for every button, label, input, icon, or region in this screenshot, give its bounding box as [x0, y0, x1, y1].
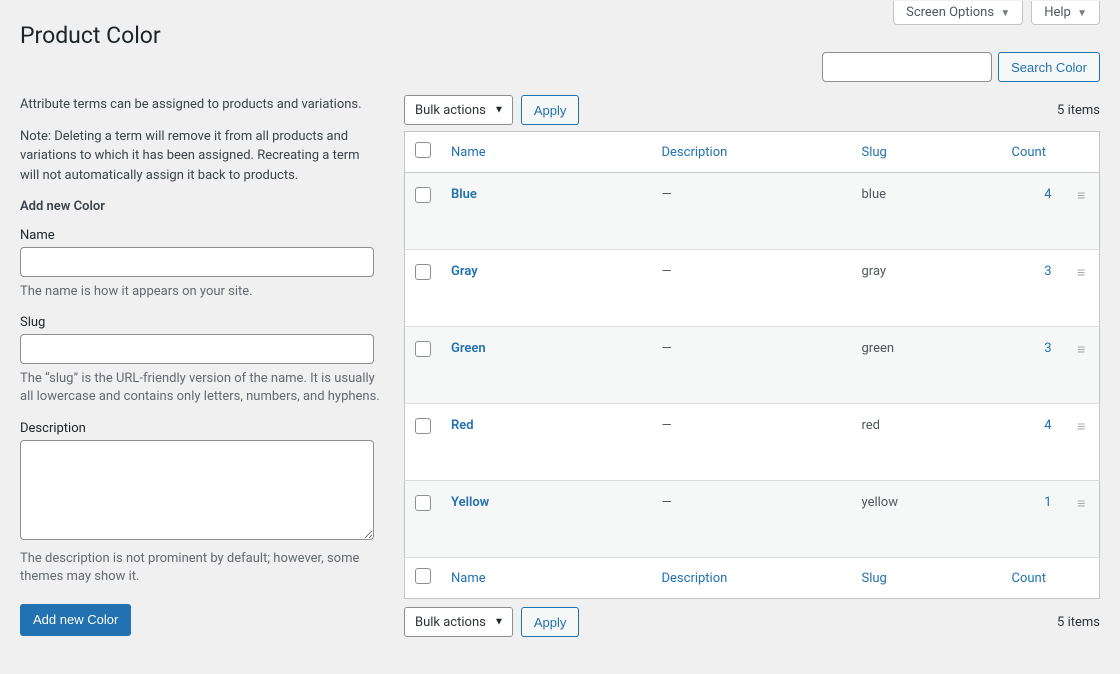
bulk-actions-label: Bulk actions: [415, 103, 486, 118]
col-header-slug[interactable]: Slug: [862, 145, 887, 160]
description-input[interactable]: [20, 440, 374, 540]
term-name-link[interactable]: Red: [451, 418, 474, 433]
chevron-down-icon: ▼: [494, 105, 504, 116]
terms-table: Name Description Slug Count Blue—blue4≡G…: [404, 131, 1100, 599]
help-label: Help: [1044, 5, 1071, 20]
search-input[interactable]: [822, 52, 992, 82]
select-all-bottom[interactable]: [415, 568, 431, 584]
bulk-actions-select-top[interactable]: Bulk actions ▼: [404, 95, 513, 125]
table-row: Gray —gray 3 ≡: [405, 250, 1100, 327]
chevron-down-icon: ▼: [1077, 8, 1087, 19]
slug-input[interactable]: [20, 334, 374, 364]
form-panel: Attribute terms can be assigned to produ…: [20, 95, 380, 636]
intro-text-1: Attribute terms can be assigned to produ…: [20, 95, 380, 115]
drag-handle-icon[interactable]: ≡: [1072, 250, 1100, 327]
term-name-link[interactable]: Yellow: [451, 495, 489, 510]
bulk-actions-label: Bulk actions: [415, 615, 486, 630]
drag-handle-icon[interactable]: ≡: [1072, 404, 1100, 481]
intro-text-2: Note: Deleting a term will remove it fro…: [20, 127, 380, 186]
screen-options-button[interactable]: Screen Options ▼: [893, 1, 1023, 25]
term-description: —: [652, 250, 852, 327]
term-description: —: [652, 327, 852, 404]
slug-label: Slug: [20, 315, 380, 330]
term-slug: yellow: [852, 481, 1002, 558]
row-checkbox[interactable]: [415, 264, 431, 280]
term-count-link[interactable]: 4: [1044, 187, 1051, 202]
select-all-top[interactable]: [415, 142, 431, 158]
term-description: —: [652, 481, 852, 558]
col-footer-slug[interactable]: Slug: [862, 571, 887, 586]
row-checkbox[interactable]: [415, 341, 431, 357]
description-help: The description is not prominent by defa…: [20, 550, 380, 586]
chevron-down-icon: ▼: [494, 617, 504, 628]
col-header-count[interactable]: Count: [1012, 145, 1046, 160]
col-footer-name[interactable]: Name: [451, 571, 486, 586]
row-checkbox[interactable]: [415, 495, 431, 511]
row-checkbox[interactable]: [415, 418, 431, 434]
row-checkbox[interactable]: [415, 187, 431, 203]
term-description: —: [652, 173, 852, 250]
col-footer-description[interactable]: Description: [662, 571, 728, 586]
drag-handle-icon[interactable]: ≡: [1072, 327, 1100, 404]
table-panel: Bulk actions ▼ Apply 5 items Name Descri…: [404, 95, 1100, 643]
bulk-apply-bottom[interactable]: Apply: [521, 607, 580, 637]
term-description: —: [652, 404, 852, 481]
col-header-name[interactable]: Name: [451, 145, 486, 160]
term-slug: blue: [852, 173, 1002, 250]
search-button[interactable]: Search Color: [998, 52, 1100, 82]
term-slug: green: [852, 327, 1002, 404]
table-row: Blue —blue 4 ≡: [405, 173, 1100, 250]
items-count-bottom: 5 items: [1057, 615, 1100, 630]
term-count-link[interactable]: 3: [1044, 341, 1051, 356]
help-button[interactable]: Help ▼: [1031, 1, 1100, 25]
name-help: The name is how it appears on your site.: [20, 283, 380, 301]
term-count-link[interactable]: 3: [1044, 264, 1051, 279]
table-row: Yellow —yellow 1 ≡: [405, 481, 1100, 558]
term-count-link[interactable]: 4: [1044, 418, 1051, 433]
bulk-actions-select-bottom[interactable]: Bulk actions ▼: [404, 607, 513, 637]
slug-help: The “slug” is the URL-friendly version o…: [20, 370, 380, 406]
add-form-heading: Add new Color: [20, 199, 380, 214]
term-slug: red: [852, 404, 1002, 481]
term-count-link[interactable]: 1: [1044, 495, 1051, 510]
screen-options-label: Screen Options: [906, 5, 994, 20]
table-row: Green —green 3 ≡: [405, 327, 1100, 404]
term-name-link[interactable]: Blue: [451, 187, 477, 202]
description-label: Description: [20, 421, 380, 436]
term-slug: gray: [852, 250, 1002, 327]
table-row: Red —red 4 ≡: [405, 404, 1100, 481]
col-footer-count[interactable]: Count: [1012, 571, 1046, 586]
chevron-down-icon: ▼: [1000, 8, 1010, 19]
bulk-apply-top[interactable]: Apply: [521, 95, 580, 125]
drag-handle-icon[interactable]: ≡: [1072, 481, 1100, 558]
items-count-top: 5 items: [1057, 103, 1100, 118]
term-name-link[interactable]: Gray: [451, 264, 478, 279]
name-label: Name: [20, 228, 380, 243]
drag-handle-icon[interactable]: ≡: [1072, 173, 1100, 250]
name-input[interactable]: [20, 247, 374, 277]
submit-button[interactable]: Add new Color: [20, 604, 131, 636]
col-header-description[interactable]: Description: [662, 145, 728, 160]
term-name-link[interactable]: Green: [451, 341, 486, 356]
